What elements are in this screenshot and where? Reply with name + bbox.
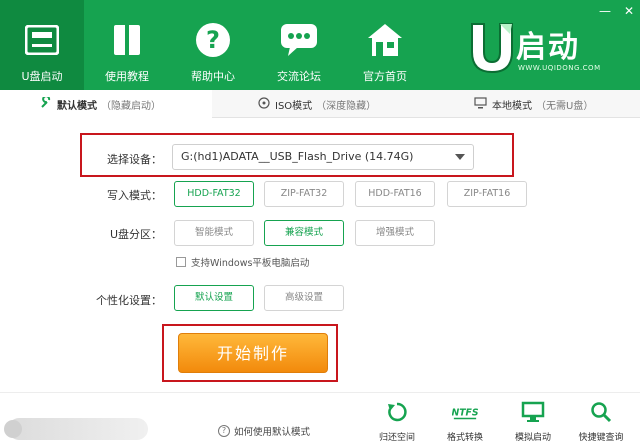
tool-label: 快捷键查询 [578,433,624,443]
disc-icon [258,96,270,112]
book-icon [107,20,147,60]
advanced-settings-button[interactable]: 高级设置 [264,285,344,311]
home-icon [365,20,405,60]
mode-tabs: 默认模式 （隐藏启动） ISO模式 （深度隐藏） 本地模式 （无需U盘） [0,90,640,118]
nav-tutorial[interactable]: 使用教程 [84,0,170,90]
close-button[interactable]: ✕ [622,4,636,18]
tab-sublabel: （隐藏启动） [101,100,161,112]
tablet-boot-label: 支持Windows平板电脑启动 [191,258,310,269]
default-settings-button[interactable]: 默认设置 [174,285,254,311]
personalization-label: 个性化设置： [96,294,162,307]
start-button[interactable]: 开始制作 [178,333,328,373]
minimize-button[interactable]: — [598,4,612,18]
usb-drive-icon [22,20,62,60]
tool-label: 归还空间 [378,433,415,443]
simulate-boot-button[interactable]: 模拟启动 [508,400,558,444]
restore-space-button[interactable]: 归还空间 [372,400,422,444]
footer-divider [0,392,640,393]
nav-label: 官方首页 [363,70,407,83]
tool-label: 格式转换 [446,433,483,443]
blurred-avatar [4,420,22,438]
checkbox[interactable] [176,257,186,267]
tab-label: 默认模式 [57,100,97,112]
logo-url: WWW.UQIDONG.COM [518,64,601,72]
restore-icon [384,400,410,424]
nav-home[interactable]: 官方首页 [342,0,428,90]
ntfs-icon: NTFS [452,400,478,424]
partition-option-compatible[interactable]: 兼容模式 [264,220,344,246]
nav-label: 交流论坛 [277,70,321,83]
tab-label: ISO模式 [275,100,313,112]
write-option-zip-fat32[interactable]: ZIP-FAT32 [264,181,344,207]
brand-logo: 启动 WWW.UQIDONG.COM [466,20,616,74]
partition-option-smart[interactable]: 智能模式 [174,220,254,246]
format-convert-button[interactable]: NTFS 格式转换 [440,400,490,444]
svg-text:?: ? [206,26,220,54]
wrench-icon [40,94,52,112]
tab-sublabel: （深度隐藏） [316,100,377,112]
search-icon [588,400,614,424]
nav-label: 使用教程 [105,70,149,83]
tab-default-mode[interactable]: 默认模式 （隐藏启动） [0,90,212,118]
svg-text:NTFS: NTFS [452,408,478,419]
logo-u-icon [471,23,513,74]
top-toolbar: U盘启动 使用教程 ? 帮助中心 交流论坛 官方首页 — ✕ 启动 WWW.UQ… [0,0,640,90]
write-option-zip-fat16[interactable]: ZIP-FAT16 [447,181,527,207]
write-mode-label: 写入模式： [107,189,162,202]
help-link[interactable]: ? 如何使用默认模式 [218,424,310,438]
device-label: 选择设备： [107,153,162,166]
monitor-icon [474,96,487,112]
question-icon: ? [193,20,233,60]
question-icon: ? [218,425,230,437]
device-value: G:(hd1)ADATA__USB_Flash_Drive (14.74G) [181,150,414,163]
logo-text: 启动 [516,30,580,65]
nav-label: U盘启动 [21,70,63,83]
tablet-boot-checkbox[interactable]: 支持Windows平板电脑启动 [176,255,309,269]
partition-option-enhanced[interactable]: 增强模式 [355,220,435,246]
chevron-down-icon [455,154,465,160]
blurred-area [8,418,148,440]
nav-usb-boot[interactable]: U盘启动 [0,0,84,90]
partition-label: U盘分区： [109,228,162,241]
write-option-hdd-fat32[interactable]: HDD-FAT32 [174,181,254,207]
write-option-hdd-fat16[interactable]: HDD-FAT16 [355,181,435,207]
tab-iso-mode[interactable]: ISO模式 （深度隐藏） [212,90,424,118]
chat-bubble-icon [279,20,319,60]
tab-label: 本地模式 [492,100,532,112]
device-select[interactable]: G:(hd1)ADATA__USB_Flash_Drive (14.74G) [172,144,474,170]
tab-local-mode[interactable]: 本地模式 （无需U盘） [424,90,640,118]
nav-help-center[interactable]: ? 帮助中心 [170,0,256,90]
nav-label: 帮助中心 [191,70,235,83]
nav-forum[interactable]: 交流论坛 [256,0,342,90]
tab-sublabel: （无需U盘） [536,100,594,112]
help-link-label: 如何使用默认模式 [234,427,311,438]
shortcut-lookup-button[interactable]: 快捷键查询 [576,400,626,444]
tool-label: 模拟启动 [514,433,551,443]
monitor-icon [520,400,546,424]
